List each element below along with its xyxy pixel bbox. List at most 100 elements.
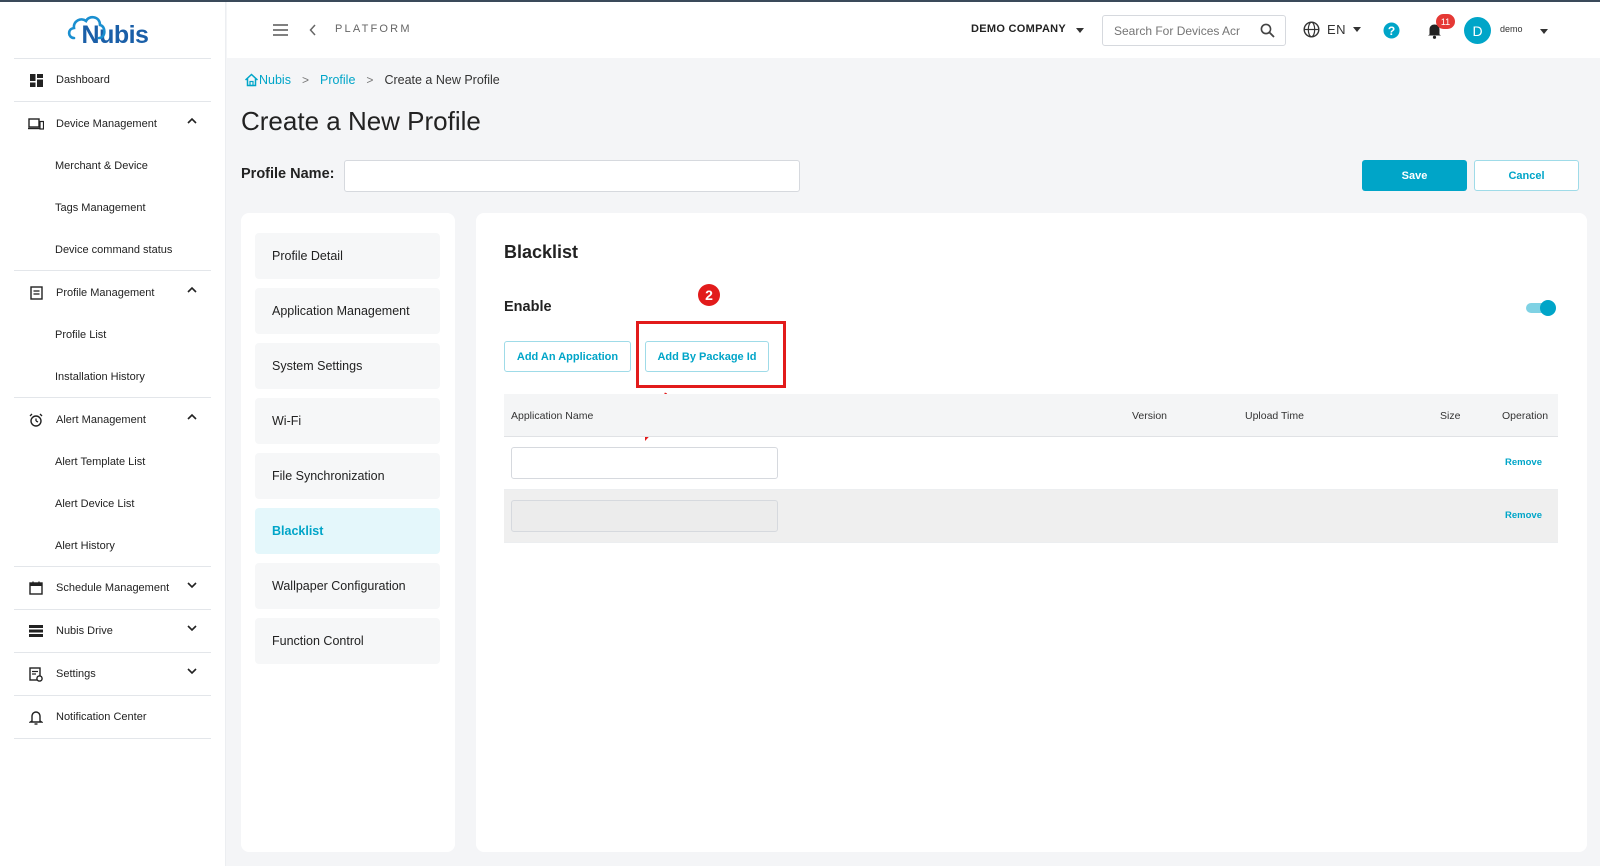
breadcrumb-profile[interactable]: Profile xyxy=(320,73,355,87)
top-header: PLATFORM DEMO COMPANY EN ? 11 D demo xyxy=(227,2,1600,58)
notification-badge: 11 xyxy=(1436,14,1455,29)
table-row: Remove xyxy=(504,490,1558,543)
sidebar-item-label: Alert Management xyxy=(56,413,146,426)
sidebar-item-settings[interactable]: Settings xyxy=(14,653,211,696)
logo[interactable]: Nubis xyxy=(14,2,211,59)
language-label: EN xyxy=(1327,22,1347,37)
profile-name-label: Profile Name: xyxy=(241,166,335,182)
tab-application-management[interactable]: Application Management xyxy=(255,288,440,334)
breadcrumb-home[interactable]: Nubis xyxy=(259,73,291,87)
sidebar-item-label: Dashboard xyxy=(56,74,110,86)
profile-name-input[interactable] xyxy=(344,160,800,192)
annotation-highlight-box xyxy=(636,321,786,388)
table-row: Remove xyxy=(504,437,1558,490)
toggle-knob xyxy=(1540,300,1556,316)
sidebar: Nubis Dashboard Device Management Mercha… xyxy=(0,2,226,866)
col-size: Size xyxy=(1440,410,1461,422)
blacklist-panel: Blacklist Enable 2 Add An Application Ad… xyxy=(476,213,1587,852)
sidebar-item-label: Schedule Management xyxy=(56,582,170,594)
sidebar-item-alert-history[interactable]: Alert History xyxy=(14,525,211,567)
chevron-down-icon xyxy=(187,668,197,675)
enable-label: Enable xyxy=(504,299,552,315)
sidebar-item-alert-management[interactable]: Alert Management xyxy=(14,398,211,441)
sidebar-item-tags-management[interactable]: Tags Management xyxy=(14,187,211,229)
sidebar-item-label: Device Management xyxy=(56,117,157,130)
tab-system-settings[interactable]: System Settings xyxy=(255,343,440,389)
caret-down-icon xyxy=(1353,27,1362,32)
tab-blacklist[interactable]: Blacklist xyxy=(255,508,440,554)
dashboard-icon xyxy=(28,72,44,88)
alarm-icon xyxy=(28,412,44,428)
tab-wifi[interactable]: Wi-Fi xyxy=(255,398,440,444)
chevron-up-icon xyxy=(187,117,197,124)
sidebar-item-installation-history[interactable]: Installation History xyxy=(14,356,211,398)
cancel-button[interactable]: Cancel xyxy=(1474,160,1579,191)
globe-icon xyxy=(1303,21,1320,38)
platform-label: PLATFORM xyxy=(335,23,412,35)
devices-icon xyxy=(28,116,44,132)
caret-down-icon[interactable] xyxy=(1540,29,1548,34)
sidebar-item-device-command-status[interactable]: Device command status xyxy=(14,229,211,271)
section-title: Blacklist xyxy=(504,242,579,262)
sidebar-item-label: Profile Management xyxy=(56,286,155,299)
avatar[interactable]: D xyxy=(1464,17,1491,44)
sidebar-item-device-management[interactable]: Device Management xyxy=(14,102,211,145)
chevron-up-icon xyxy=(187,413,197,420)
breadcrumb-separator: > xyxy=(366,73,374,87)
sidebar-item-dashboard[interactable]: Dashboard xyxy=(14,59,211,102)
breadcrumb-separator: > xyxy=(301,73,309,87)
storage-icon xyxy=(28,623,44,639)
tab-wallpaper-configuration[interactable]: Wallpaper Configuration xyxy=(255,563,440,609)
package-id-input[interactable] xyxy=(511,447,778,479)
sidebar-item-notification-center[interactable]: Notification Center xyxy=(14,696,211,739)
blacklist-table: Application Name Version Upload Time Siz… xyxy=(504,394,1558,543)
tab-file-synchronization[interactable]: File Synchronization xyxy=(255,453,440,499)
calendar-icon xyxy=(28,580,44,596)
menu-icon[interactable] xyxy=(273,24,288,36)
package-id-input[interactable] xyxy=(511,500,778,532)
sidebar-item-profile-list[interactable]: Profile List xyxy=(14,314,211,356)
remove-button[interactable]: Remove xyxy=(1505,510,1542,521)
col-application-name: Application Name xyxy=(511,410,594,422)
enable-toggle[interactable] xyxy=(1526,300,1556,316)
tab-function-control[interactable]: Function Control xyxy=(255,618,440,664)
sidebar-item-alert-template-list[interactable]: Alert Template List xyxy=(14,441,211,483)
username[interactable]: demo xyxy=(1500,24,1523,34)
sidebar-item-merchant-device[interactable]: Merchant & Device xyxy=(14,145,211,187)
profile-icon xyxy=(28,285,44,301)
profile-section-tabs: Profile Detail Application Management Sy… xyxy=(241,213,455,852)
step-marker: 2 xyxy=(698,284,720,306)
help-icon[interactable]: ? xyxy=(1383,22,1400,39)
company-selector[interactable]: DEMO COMPANY xyxy=(971,23,1066,35)
sidebar-item-nubis-drive[interactable]: Nubis Drive xyxy=(14,610,211,653)
table-header: Application Name Version Upload Time Siz… xyxy=(504,394,1558,437)
col-upload-time: Upload Time xyxy=(1245,410,1304,422)
breadcrumb: Nubis > Profile > Create a New Profile xyxy=(244,73,500,87)
sidebar-item-label: Settings xyxy=(56,668,96,680)
remove-button[interactable]: Remove xyxy=(1505,457,1542,468)
chevron-up-icon xyxy=(187,286,197,293)
bell-outline-icon xyxy=(28,709,44,725)
sidebar-item-schedule-management[interactable]: Schedule Management xyxy=(14,567,211,610)
settings-icon xyxy=(28,666,44,682)
chevron-down-icon xyxy=(187,582,197,589)
svg-text:?: ? xyxy=(1388,24,1395,38)
chevron-down-icon xyxy=(187,625,197,632)
col-version: Version xyxy=(1132,410,1168,422)
tab-profile-detail[interactable]: Profile Detail xyxy=(255,233,440,279)
sidebar-item-profile-management[interactable]: Profile Management xyxy=(14,271,211,314)
add-application-button[interactable]: Add An Application xyxy=(504,341,631,372)
cloud-logo-icon xyxy=(67,15,106,40)
home-icon[interactable] xyxy=(244,73,259,87)
sidebar-item-label: Notification Center xyxy=(56,711,147,723)
caret-down-icon[interactable] xyxy=(1076,28,1084,33)
search-icon[interactable] xyxy=(1260,23,1275,38)
save-button[interactable]: Save xyxy=(1362,160,1467,191)
sidebar-item-label: Nubis Drive xyxy=(56,625,113,637)
sidebar-item-alert-device-list[interactable]: Alert Device List xyxy=(14,483,211,525)
chevron-left-icon[interactable] xyxy=(309,24,317,36)
search-input[interactable] xyxy=(1103,16,1253,45)
device-search xyxy=(1102,15,1286,46)
breadcrumb-current: Create a New Profile xyxy=(384,73,500,87)
language-selector[interactable]: EN xyxy=(1303,21,1362,38)
